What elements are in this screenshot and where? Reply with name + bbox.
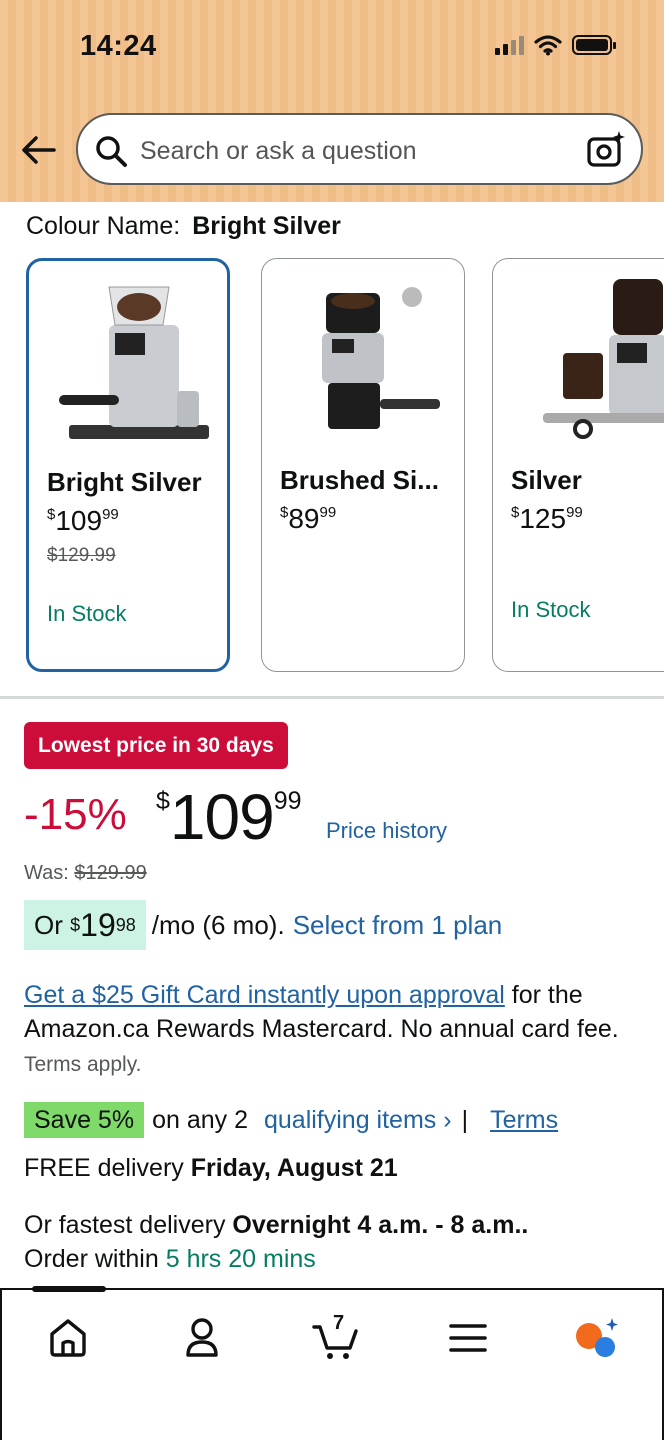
home-icon[interactable]	[44, 1314, 92, 1362]
gift-card-offer: Get a $25 Gift Card instantly upon appro…	[24, 978, 624, 1082]
search-placeholder: Search or ask a question	[140, 137, 417, 165]
variant-card-bright-silver[interactable]: Bright Silver $10999 $129.99 In Stock	[26, 258, 230, 672]
gift-card-link[interactable]: Get a $25 Gift Card instantly upon appro…	[24, 981, 505, 1009]
status-time: 14:24	[80, 30, 157, 62]
variant-was-price: $129.99	[47, 545, 116, 566]
back-arrow-icon[interactable]	[18, 130, 58, 170]
monthly-amount: Or $19 98	[24, 900, 146, 950]
colour-name-value: Bright Silver	[192, 212, 341, 240]
bottom-nav: 7	[0, 1286, 664, 1440]
was-price-line: Was: $129.99	[24, 862, 147, 884]
battery-icon	[572, 35, 616, 55]
deal-badge: Lowest price in 30 days	[24, 722, 288, 769]
variant-stock: In Stock	[47, 601, 127, 626]
fastest-delivery: Or fastest delivery Overnight 4 a.m. - 8…	[24, 1211, 529, 1273]
monthly-payment: Or $19 98 /mo (6 mo). Select from 1 plan	[24, 900, 502, 950]
was-price: $129.99	[74, 862, 147, 884]
variant-price: $12599	[511, 503, 583, 534]
camera-search-icon[interactable]	[585, 129, 627, 171]
save-separator: |	[461, 1105, 469, 1134]
signal-icon	[495, 35, 524, 55]
price-history-link[interactable]: Price history	[326, 818, 447, 844]
product-image	[322, 287, 440, 429]
wifi-icon	[534, 35, 562, 56]
cart-button[interactable]: 7	[312, 1312, 360, 1362]
product-image	[59, 286, 209, 439]
variant-price: $8999	[280, 503, 337, 534]
status-icons	[495, 34, 616, 56]
cart-count: 7	[333, 1312, 345, 1334]
gift-terms: Terms apply.	[24, 1053, 142, 1076]
order-countdown: 5 hrs 20 mins	[165, 1245, 316, 1273]
variant-name: Bright Silver	[47, 467, 202, 497]
variant-price: $10999	[47, 505, 119, 536]
fastest-window: Overnight 4 a.m. - 8 a.m..	[232, 1211, 529, 1239]
header: 14:24 Search or ask a question	[0, 0, 664, 202]
variant-card-silver[interactable]: Silver $12599 In Stock	[492, 258, 664, 672]
variant-name: Silver	[511, 465, 582, 495]
search-icon	[96, 136, 127, 167]
current-price: $10999	[156, 781, 302, 853]
free-delivery: FREE delivery Friday, August 21	[24, 1154, 398, 1182]
save-badge: Save 5%	[24, 1102, 145, 1138]
save-offer: Save 5% on any 2 qualifying items › | Te…	[24, 1102, 558, 1138]
menu-icon[interactable]	[444, 1314, 492, 1362]
save-text: on any 2	[152, 1105, 248, 1134]
product-image	[543, 279, 664, 439]
colour-name-label: Colour Name:	[26, 212, 181, 240]
delivery-date: Friday, August 21	[190, 1154, 398, 1182]
select-plan-link[interactable]: Select from 1 plan	[293, 910, 503, 941]
rufus-assistant-icon[interactable]	[572, 1314, 620, 1362]
section-divider	[0, 696, 664, 699]
nav-active-indicator	[32, 1286, 106, 1292]
qualifying-items-link[interactable]: qualifying items ›	[264, 1106, 452, 1135]
monthly-term: /mo (6 mo).	[151, 909, 285, 940]
save-terms-link[interactable]: Terms	[490, 1106, 558, 1135]
account-icon[interactable]	[178, 1314, 226, 1362]
variant-card-brushed-silver[interactable]: Brushed Si... $8999	[261, 258, 465, 672]
search-input[interactable]: Search or ask a question	[76, 113, 643, 185]
discount-percent: -15%	[24, 790, 127, 839]
variant-stock: In Stock	[511, 597, 591, 622]
colour-name-line: Colour Name: Bright Silver	[26, 212, 341, 241]
variant-name: Brushed Si...	[280, 465, 439, 495]
